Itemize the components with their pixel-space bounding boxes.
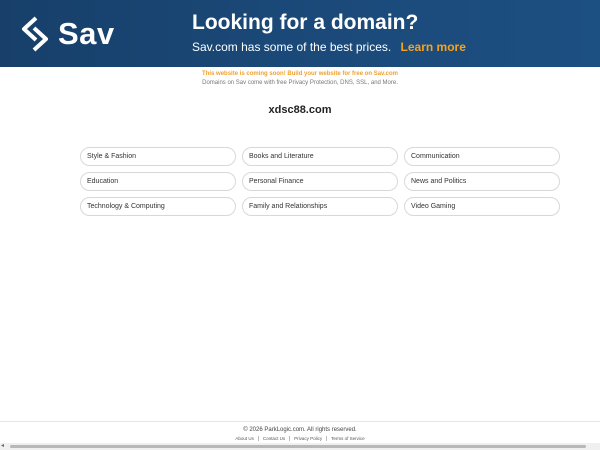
scrollbar-thumb[interactable]: [10, 445, 586, 448]
banner-headline: Looking for a domain?: [192, 11, 419, 34]
logo-text: Sav: [58, 16, 115, 51]
category-family-relationships[interactable]: Family and Relationships: [242, 197, 398, 216]
scroll-left-arrow-icon[interactable]: ◂: [1, 443, 4, 450]
learn-more-link[interactable]: Learn more: [401, 40, 466, 54]
copyright-text: © 2026 ParkLogic.com. All rights reserve…: [243, 427, 357, 433]
banner-subline: Sav.com has some of the best prices. Lea…: [192, 40, 466, 54]
sav-logo[interactable]: Sav: [18, 14, 115, 54]
sav-logo-icon: [22, 16, 48, 52]
category-news-politics[interactable]: News and Politics: [404, 172, 560, 191]
banner-subline-text: Sav.com has some of the best prices.: [192, 40, 392, 54]
footer-link-about-us[interactable]: About Us: [231, 436, 258, 441]
category-communication[interactable]: Communication: [404, 147, 560, 166]
footer-link-terms-of-service[interactable]: Terms of Service: [326, 436, 369, 441]
promo-banner: Sav Looking for a domain? Sav.com has so…: [0, 0, 600, 67]
footer-link-contact-us[interactable]: Contact Us: [257, 436, 289, 441]
category-books-literature[interactable]: Books and Literature: [242, 147, 398, 166]
category-education[interactable]: Education: [80, 172, 236, 191]
domain-name-title: xdsc88.com: [268, 104, 332, 116]
coming-soon-notice[interactable]: This website is coming soon! Build your …: [0, 71, 600, 77]
footer-links: About Us Contact Us Privacy Policy Terms…: [0, 436, 600, 441]
category-technology-computing[interactable]: Technology & Computing: [80, 197, 236, 216]
horizontal-scrollbar[interactable]: ◂: [0, 443, 600, 450]
category-style-fashion[interactable]: Style & Fashion: [80, 147, 236, 166]
category-video-gaming[interactable]: Video Gaming: [404, 197, 560, 216]
footer-divider: [0, 421, 600, 422]
footer-link-privacy-policy[interactable]: Privacy Policy: [289, 436, 326, 441]
domain-features-note: Domains on Sav come with free Privacy Pr…: [202, 80, 398, 86]
category-personal-finance[interactable]: Personal Finance: [242, 172, 398, 191]
category-grid: Style & Fashion Books and Literature Com…: [80, 147, 560, 216]
